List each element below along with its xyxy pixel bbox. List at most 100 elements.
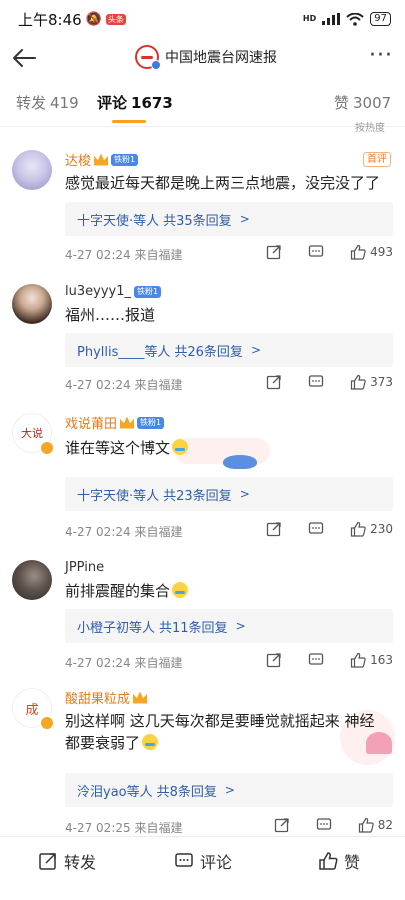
like-count: 82 (377, 818, 393, 832)
thumbs-up-icon (350, 521, 366, 537)
verified-icon (151, 60, 161, 70)
reply-summary[interactable]: 十字天使·等人 共23条回复 > (65, 477, 393, 511)
comment-icon[interactable] (308, 374, 324, 390)
verified-icon (40, 716, 54, 730)
like-button[interactable]: 赞 (318, 849, 360, 873)
chevron-right-icon: > (239, 212, 250, 226)
like-button[interactable]: 493 (350, 244, 393, 260)
share-icon[interactable] (266, 244, 282, 260)
comment-icon[interactable] (316, 817, 332, 833)
reply-summary[interactable]: 泠泪yao等人 共8条回复 > (65, 773, 393, 807)
status-time: 上午8:46 (18, 10, 82, 29)
divider (0, 126, 405, 127)
laughing-emoji-icon (172, 439, 189, 455)
comment-actions: 493 (240, 244, 393, 260)
like-button[interactable]: 373 (350, 374, 393, 390)
account-name: 中国地震台网速报 (165, 50, 277, 66)
tab-repost[interactable]: 转发 419 (16, 92, 79, 113)
comment-label: 评论 (200, 853, 233, 872)
thumbs-up-icon (319, 852, 338, 870)
mute-icon: 🔕 (85, 11, 102, 27)
reply-summary[interactable]: Phyllis____等人 共26条回复 > (65, 333, 393, 367)
app-badge: 头条 (105, 13, 126, 25)
like-count: 163 (370, 653, 393, 667)
fan-badge: 铁粉1 (111, 153, 139, 166)
author-name[interactable]: 戏说莆田 (65, 413, 117, 432)
thumbs-up-icon (350, 374, 366, 390)
tab-bar: 转发 419 评论 1673 赞 3007 (0, 84, 405, 126)
chevron-right-icon: > (224, 783, 235, 797)
reply-count: 共26条回复 (174, 344, 243, 360)
comment-meta: 4-27 02:24 来自福建 (65, 525, 183, 539)
back-arrow-icon[interactable] (10, 44, 38, 72)
like-button[interactable]: 163 (350, 652, 393, 668)
comment-meta: 4-27 02:25 来自福建 (65, 821, 183, 835)
account-header[interactable]: 中国地震台网速报 (135, 45, 277, 70)
author-name[interactable]: 酸甜果粒成 (65, 688, 130, 707)
crown-icon (120, 416, 135, 429)
tab-comments[interactable]: 评论 1673 (97, 92, 173, 113)
share-icon[interactable] (274, 817, 290, 833)
author-name[interactable]: 达梭 (65, 150, 91, 169)
comment-author: 酸甜果粒成 (65, 688, 148, 707)
repost-label: 转发 (64, 853, 97, 872)
reply-summary[interactable]: 十字天使·等人 共35条回复 > (65, 202, 393, 236)
tab-likes[interactable]: 赞 3007 (334, 92, 391, 113)
share-icon[interactable] (266, 652, 282, 668)
comment-text: 谁在等这个博文 (65, 437, 390, 459)
status-bar: 上午8:46 🔕 头条 HD 97 (0, 0, 405, 38)
comment-author: JPPine (65, 560, 104, 575)
avatar[interactable] (12, 560, 52, 600)
like-label: 赞 (344, 853, 361, 872)
comment-actions: 163 (240, 652, 393, 668)
thumbs-up-icon (358, 817, 374, 833)
reply-count: 共35条回复 (163, 213, 232, 229)
like-count: 493 (370, 245, 393, 259)
author-name[interactable]: JPPine (65, 560, 104, 575)
status-icons: HD 97 (303, 12, 391, 26)
comment-icon[interactable] (308, 652, 324, 668)
reply-users: Phyllis____等人 (77, 344, 171, 360)
reply-users: 泠泪yao等人 (77, 784, 153, 800)
avatar[interactable] (12, 150, 52, 190)
comment-author: 达梭 铁粉1 (65, 150, 139, 169)
verified-icon (40, 441, 54, 455)
comment-icon (175, 853, 193, 867)
more-options-icon[interactable]: ··· (369, 45, 393, 67)
crown-icon (94, 153, 109, 166)
thumbs-up-icon (350, 244, 366, 260)
reply-summary[interactable]: 小橙子初等人 共11条回复 > (65, 609, 393, 643)
comment-text: 福州……报道 (65, 306, 156, 324)
comment-actions: 373 (240, 374, 393, 390)
comment-icon[interactable] (308, 521, 324, 537)
repost-button[interactable]: 转发 (38, 849, 96, 873)
comment-button[interactable]: 评论 (174, 849, 232, 873)
sort-toggle[interactable]: 按热度 (355, 119, 385, 134)
like-button[interactable]: 82 (358, 817, 393, 833)
reply-users: 小橙子初等人 (77, 620, 156, 636)
network-type: HD (302, 14, 317, 23)
repost-icon (39, 853, 56, 870)
comment-actions: 82 (248, 817, 393, 833)
comment-author: lu3eyyy1_ 铁粉1 (65, 284, 162, 299)
crying-emoji-icon (142, 734, 159, 750)
account-logo (135, 45, 161, 70)
like-button[interactable]: 230 (350, 521, 393, 537)
comment-meta: 4-27 02:24 来自福建 (65, 248, 183, 262)
like-count: 373 (370, 375, 393, 389)
avatar[interactable] (12, 284, 52, 324)
chevron-right-icon: > (239, 487, 250, 501)
comment-actions: 230 (240, 521, 393, 537)
comment-icon[interactable] (308, 244, 324, 260)
crown-icon (133, 691, 148, 704)
crying-emoji-icon (172, 582, 189, 598)
share-icon[interactable] (266, 374, 282, 390)
thumbs-up-icon (350, 652, 366, 668)
reply-count: 共8条回复 (156, 784, 217, 800)
wifi-icon (346, 12, 364, 26)
share-icon[interactable] (266, 521, 282, 537)
fan-badge: 铁粉1 (137, 416, 165, 429)
comment-text: 感觉最近每天都是晚上两三点地震，没完没了了 (65, 174, 381, 192)
reply-count: 共11条回复 (159, 620, 228, 636)
author-name[interactable]: lu3eyyy1_ (65, 284, 131, 299)
